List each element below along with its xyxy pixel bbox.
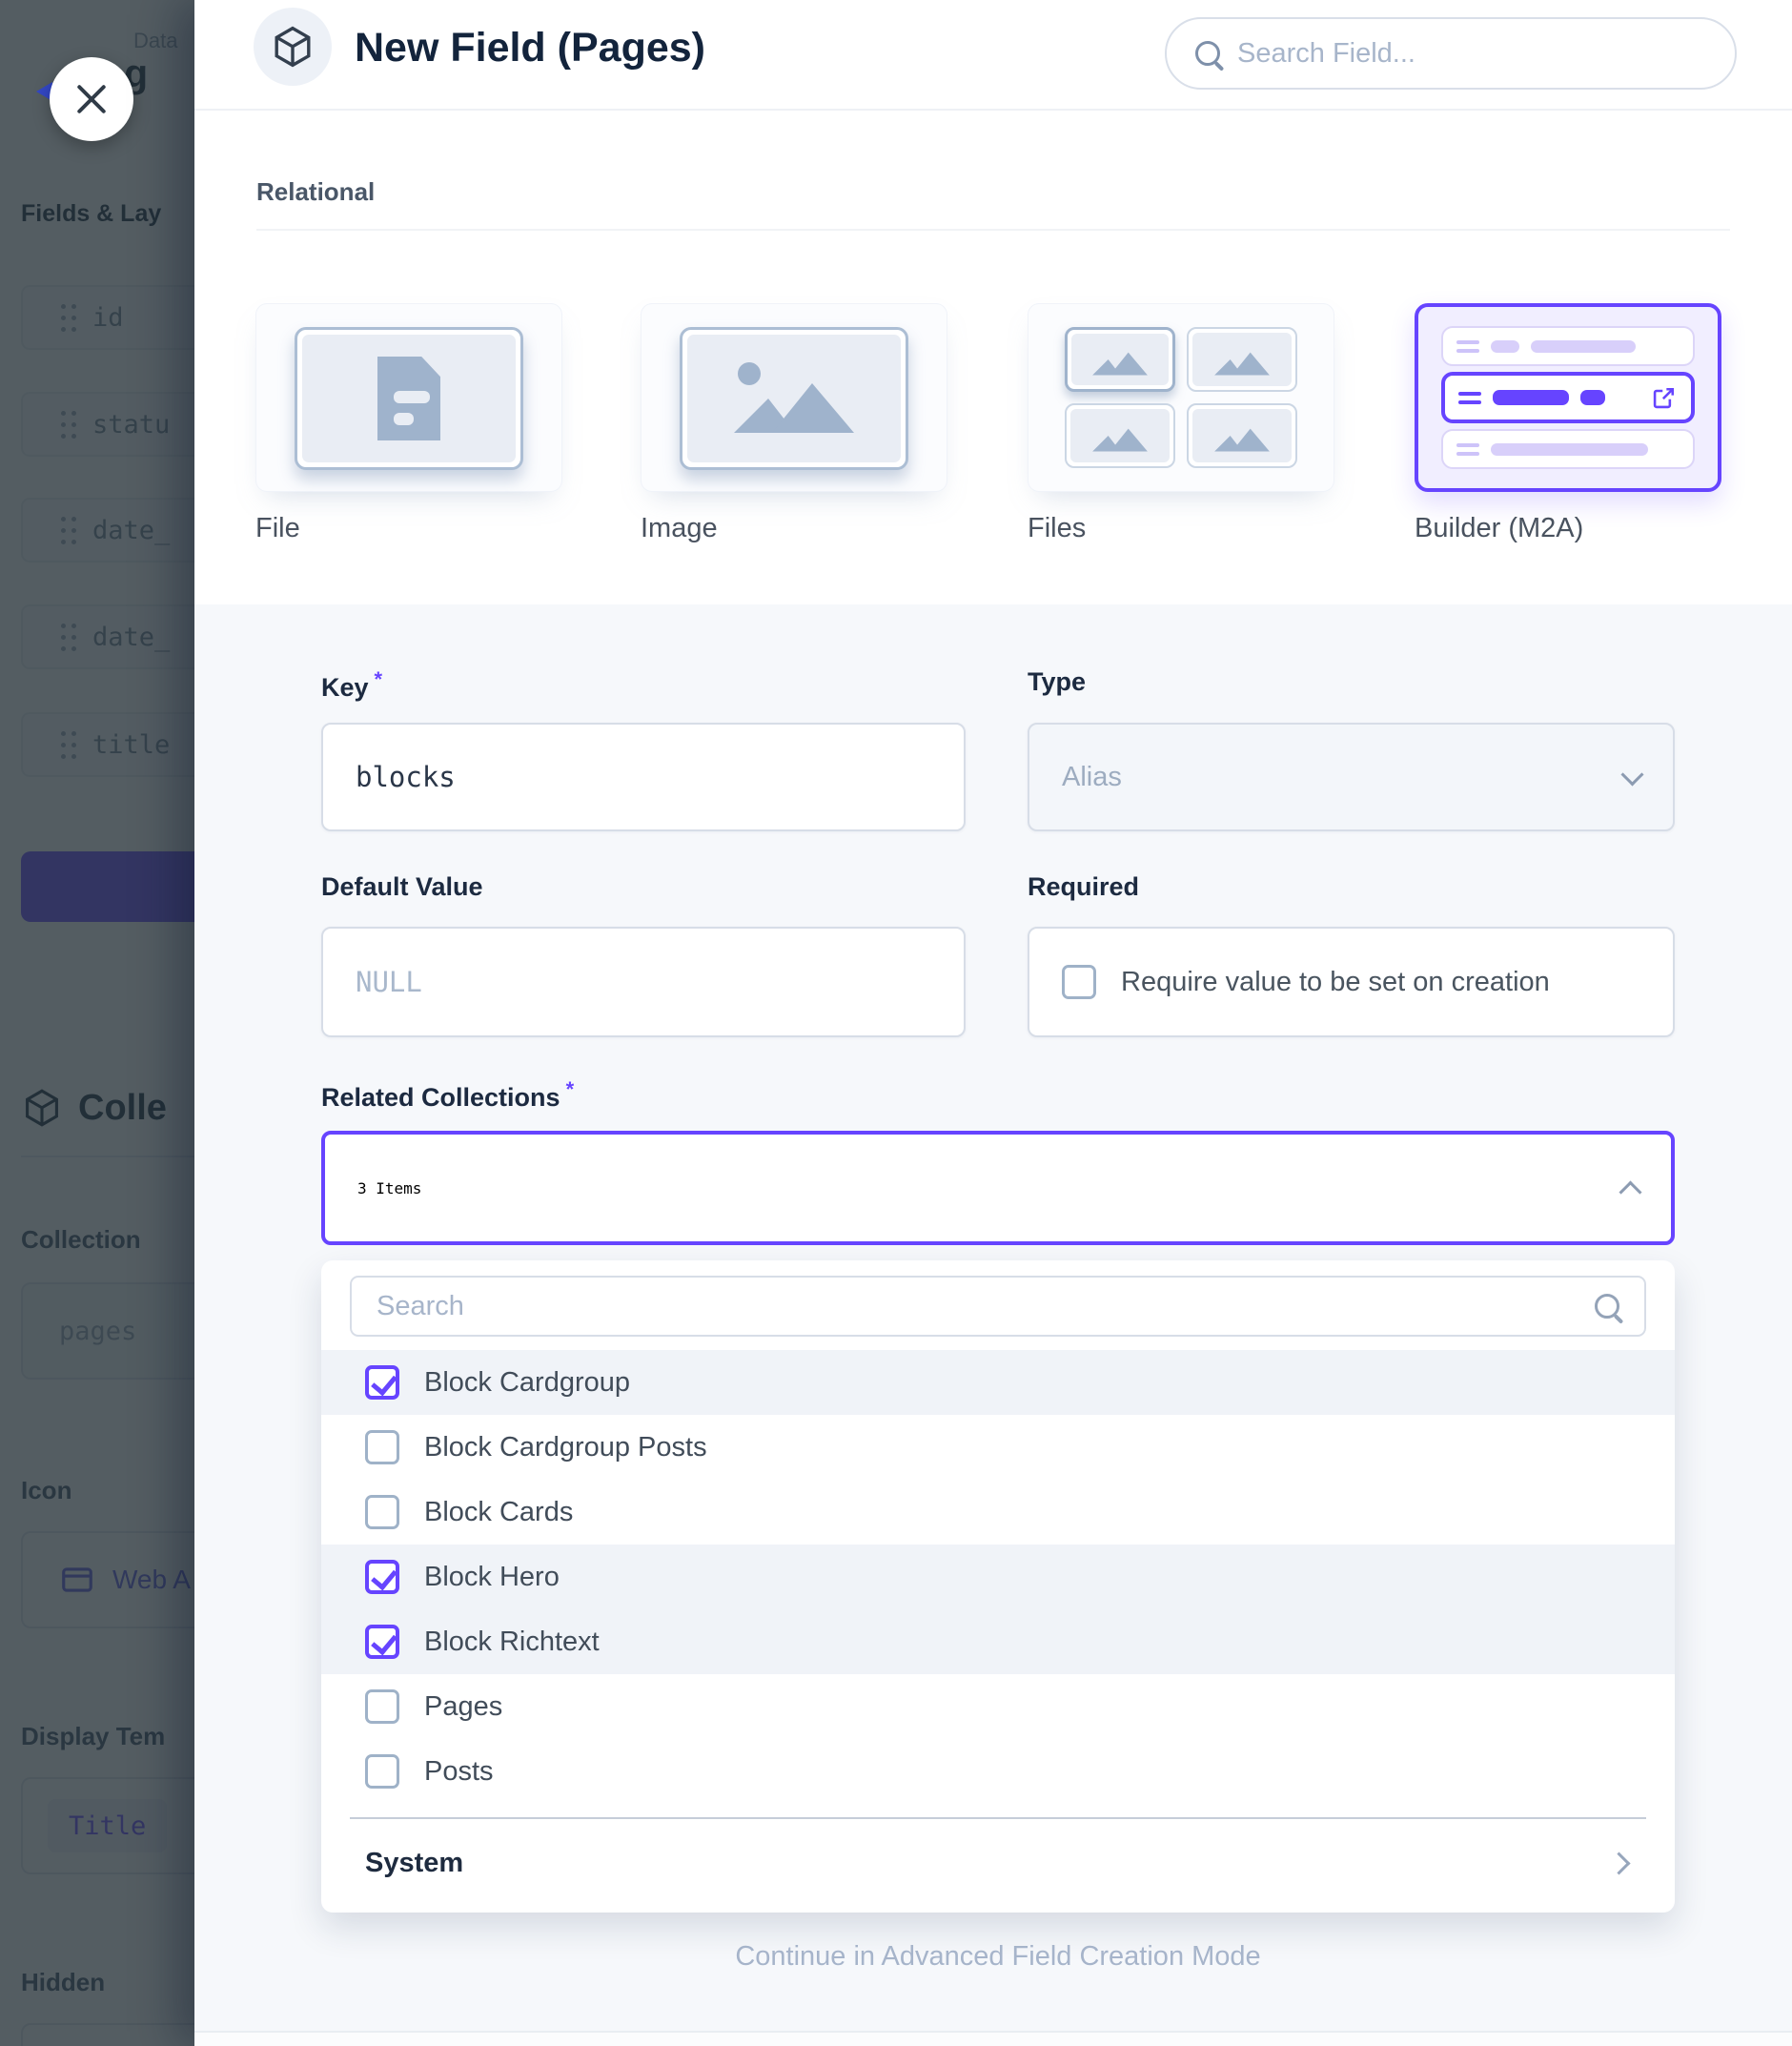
required-box: Require value to be set on creation [1028, 927, 1675, 1037]
option-pages[interactable]: Pages [321, 1674, 1675, 1739]
default-value-input[interactable] [356, 966, 931, 998]
file-icon [377, 357, 440, 440]
option-block-cards[interactable]: Block Cards [321, 1480, 1675, 1545]
type-card-image[interactable] [641, 303, 947, 492]
required-label: Required [1028, 872, 1139, 902]
checkbox-icon[interactable] [365, 1495, 399, 1529]
key-label: Key* [321, 667, 382, 703]
drawer-header: New Field (Pages) [194, 0, 1792, 111]
new-field-drawer: New Field (Pages) Relational [194, 0, 1792, 2046]
card-label-image: Image [641, 513, 718, 544]
checkbox-icon[interactable] [365, 1625, 399, 1659]
checkbox-icon[interactable] [365, 1689, 399, 1724]
builder-row [1441, 429, 1695, 469]
chevron-down-icon [1620, 763, 1643, 786]
image-icon [1086, 338, 1154, 380]
file-tile [1065, 327, 1175, 392]
checkbox-icon[interactable] [365, 1754, 399, 1789]
box-icon [270, 24, 316, 70]
system-group-row[interactable]: System [321, 1829, 1675, 1897]
builder-row [1441, 326, 1695, 366]
image-icon [1086, 415, 1154, 457]
file-tile [1065, 403, 1175, 468]
image-icon [1208, 415, 1276, 457]
type-card-files[interactable] [1028, 303, 1334, 492]
default-value-label: Default Value [321, 872, 483, 902]
search-icon [1595, 1294, 1619, 1319]
key-input[interactable] [356, 761, 931, 793]
dropdown-search-box[interactable] [350, 1276, 1646, 1337]
drawer-footer [194, 2031, 1792, 2046]
key-input-wrap [321, 723, 966, 831]
required-checkbox[interactable] [1062, 965, 1096, 999]
field-search-input[interactable] [1237, 38, 1720, 70]
file-tile [1187, 403, 1297, 468]
chevron-right-icon [1607, 1852, 1630, 1874]
drawer-title: New Field (Pages) [355, 25, 705, 72]
option-block-hero[interactable]: Block Hero [321, 1545, 1675, 1609]
system-label: System [365, 1848, 463, 1879]
field-search-box[interactable] [1165, 17, 1737, 90]
checkbox-icon[interactable] [365, 1430, 399, 1464]
drag-handle-icon [1456, 443, 1479, 456]
type-label: Type [1028, 667, 1086, 697]
required-checkbox-label: Require value to be set on creation [1121, 967, 1550, 998]
app-window: Data Pag Fields & Lay id statu date_ dat… [0, 0, 1792, 2046]
type-select[interactable]: Alias [1028, 723, 1675, 831]
checkbox-icon[interactable] [365, 1365, 399, 1400]
drag-handle-icon [1456, 340, 1479, 353]
required-asterisk: * [566, 1077, 575, 1101]
option-block-cardgroup-posts[interactable]: Block Cardgroup Posts [321, 1415, 1675, 1480]
files-preview-grid [1065, 327, 1297, 468]
default-value-input-wrap [321, 927, 966, 1037]
advanced-mode-link[interactable]: Continue in Advanced Field Creation Mode [321, 1941, 1675, 1973]
image-icon [1208, 338, 1276, 380]
file-preview-frame [295, 327, 523, 470]
divider [350, 1817, 1646, 1819]
builder-row-active [1441, 372, 1695, 423]
type-select-value: Alias [1062, 762, 1122, 793]
option-block-richtext[interactable]: Block Richtext [321, 1609, 1675, 1674]
search-icon [1195, 41, 1220, 66]
dropdown-search-input[interactable] [377, 1291, 1579, 1322]
drag-handle-icon [1458, 392, 1481, 404]
close-drawer-button[interactable] [50, 57, 133, 141]
related-collections-dropdown: Block Cardgroup Block Cardgroup Posts Bl… [321, 1260, 1675, 1913]
required-asterisk: * [375, 667, 383, 691]
card-label-files: Files [1028, 513, 1086, 544]
related-collections-value: 3 Items [357, 1179, 421, 1197]
card-label-file: File [255, 513, 300, 544]
divider [256, 229, 1730, 231]
card-label-builder: Builder (M2A) [1415, 513, 1583, 544]
option-block-cardgroup[interactable]: Block Cardgroup [321, 1350, 1675, 1415]
image-icon [723, 353, 865, 444]
file-tile [1187, 327, 1297, 392]
open-in-new-icon [1651, 384, 1678, 411]
related-collections-label: Related Collections* [321, 1077, 574, 1113]
option-posts[interactable]: Posts [321, 1739, 1675, 1804]
checkbox-icon[interactable] [365, 1560, 399, 1594]
modal-scrim[interactable] [0, 0, 194, 2046]
type-card-builder-m2a[interactable] [1415, 303, 1721, 492]
chevron-up-icon [1619, 1180, 1641, 1203]
header-icon-circle [254, 8, 332, 86]
type-card-file[interactable] [255, 303, 562, 492]
relational-section-label: Relational [256, 177, 375, 207]
image-preview-frame [680, 327, 908, 470]
related-collections-select[interactable]: 3 Items [321, 1131, 1675, 1245]
